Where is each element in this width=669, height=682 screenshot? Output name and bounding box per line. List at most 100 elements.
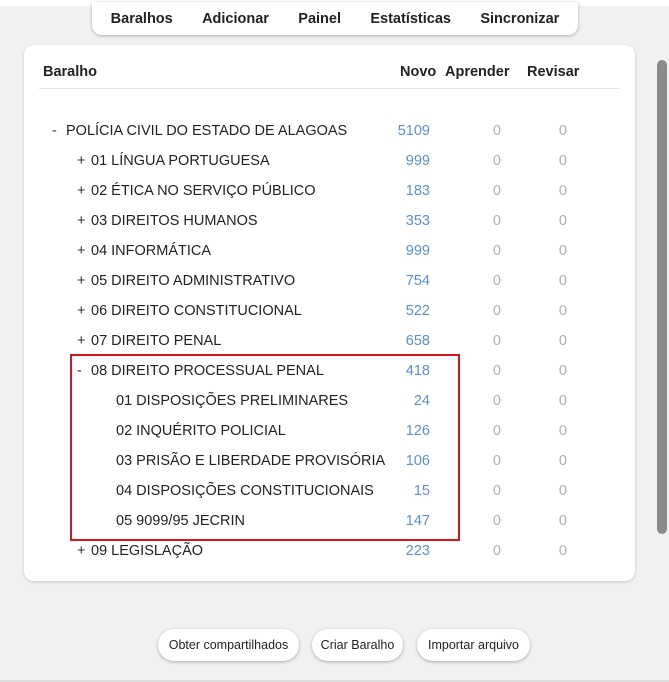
expand-toggle[interactable]: +: [77, 333, 89, 349]
deck-row[interactable]: +09 LEGISLAÇÃO 223 0 0: [0, 536, 669, 566]
new-count: 658: [405, 333, 430, 349]
deck-row[interactable]: -08 DIREITO PROCESSUAL PENAL 418 0 0: [0, 356, 669, 386]
review-count: 0: [558, 213, 567, 229]
deck-row[interactable]: 03 PRISÃO E LIBERDADE PROVISÓRIA 106 0 0: [0, 446, 669, 476]
deck-row[interactable]: 02 INQUÉRITO POLICIAL 126 0 0: [0, 416, 669, 446]
toolbar-add[interactable]: Adicionar: [202, 10, 269, 27]
scrollbar-thumb[interactable]: [657, 60, 667, 534]
deck-row[interactable]: +01 LÍNGUA PORTUGUESA 999 0 0: [0, 146, 669, 176]
deck-row[interactable]: +02 ÉTICA NO SERVIÇO PÚBLICO 183 0 0: [0, 176, 669, 206]
learn-count: 0: [492, 213, 501, 229]
new-count: 15: [413, 483, 430, 499]
new-count: 106: [405, 453, 430, 469]
learn-count: 0: [492, 123, 501, 139]
new-count: 183: [405, 183, 430, 199]
create-deck-button[interactable]: Criar Baralho: [312, 629, 403, 661]
review-count: 0: [558, 183, 567, 199]
new-count: 754: [405, 273, 430, 289]
deck-name[interactable]: 02 ÉTICA NO SERVIÇO PÚBLICO: [91, 183, 316, 199]
deck-name[interactable]: 06 DIREITO CONSTITUCIONAL: [91, 303, 302, 319]
new-count: 999: [405, 243, 430, 259]
learn-count: 0: [492, 393, 501, 409]
toolbar-sync[interactable]: Sincronizar: [480, 10, 559, 27]
toolbar-decks[interactable]: Baralhos: [111, 10, 173, 27]
review-count: 0: [558, 423, 567, 439]
deck-name[interactable]: 04 DISPOSIÇÕES CONSTITUCIONAIS: [116, 483, 374, 499]
deck-name[interactable]: 01 LÍNGUA PORTUGUESA: [91, 153, 270, 169]
header-learn: Aprender: [445, 64, 510, 80]
header-new: Novo: [400, 64, 437, 80]
review-count: 0: [558, 303, 567, 319]
new-count: 24: [413, 393, 430, 409]
learn-count: 0: [492, 153, 501, 169]
review-count: 0: [558, 123, 567, 139]
review-count: 0: [558, 393, 567, 409]
deck-name[interactable]: 05 9099/95 JECRIN: [116, 513, 245, 529]
review-count: 0: [558, 243, 567, 259]
learn-count: 0: [492, 333, 501, 349]
learn-count: 0: [492, 513, 501, 529]
deck-name[interactable]: 08 DIREITO PROCESSUAL PENAL: [91, 363, 324, 379]
deck-name[interactable]: POLÍCIA CIVIL DO ESTADO DE ALAGOAS: [66, 123, 347, 139]
collapse-toggle[interactable]: -: [52, 123, 64, 139]
deck-name[interactable]: 03 PRISÃO E LIBERDADE PROVISÓRIA: [116, 453, 385, 469]
learn-count: 0: [492, 243, 501, 259]
review-count: 0: [558, 513, 567, 529]
deck-name[interactable]: 09 LEGISLAÇÃO: [91, 543, 203, 559]
header-deck: Baralho: [43, 64, 97, 80]
expand-toggle[interactable]: +: [77, 183, 89, 199]
new-count: 126: [405, 423, 430, 439]
deck-name[interactable]: 04 INFORMÁTICA: [91, 243, 211, 259]
deck-row[interactable]: 01 DISPOSIÇÕES PRELIMINARES 24 0 0: [0, 386, 669, 416]
deck-row[interactable]: 05 9099/95 JECRIN 147 0 0: [0, 506, 669, 536]
main-toolbar: Baralhos Adicionar Painel Estatísticas S…: [92, 2, 578, 35]
get-shared-button[interactable]: Obter compartilhados: [158, 629, 299, 661]
expand-toggle[interactable]: +: [77, 303, 89, 319]
expand-toggle[interactable]: +: [77, 243, 89, 259]
deck-name[interactable]: 07 DIREITO PENAL: [91, 333, 221, 349]
learn-count: 0: [492, 543, 501, 559]
new-count: 353: [405, 213, 430, 229]
deck-row[interactable]: +07 DIREITO PENAL 658 0 0: [0, 326, 669, 356]
deck-row[interactable]: +05 DIREITO ADMINISTRATIVO 754 0 0: [0, 266, 669, 296]
review-count: 0: [558, 273, 567, 289]
deck-row[interactable]: +03 DIREITOS HUMANOS 353 0 0: [0, 206, 669, 236]
new-count: 5109: [397, 123, 430, 139]
deck-name[interactable]: 05 DIREITO ADMINISTRATIVO: [91, 273, 295, 289]
review-count: 0: [558, 153, 567, 169]
deck-row[interactable]: - POLÍCIA CIVIL DO ESTADO DE ALAGOAS 5109 0…: [0, 116, 669, 146]
learn-count: 0: [492, 483, 501, 499]
review-count: 0: [558, 333, 567, 349]
deck-name[interactable]: 01 DISPOSIÇÕES PRELIMINARES: [116, 393, 348, 409]
header-review: Revisar: [527, 64, 580, 80]
toolbar-stats[interactable]: Estatísticas: [370, 10, 451, 27]
header-divider: [39, 88, 619, 89]
deck-row[interactable]: +06 DIREITO CONSTITUCIONAL 522 0 0: [0, 296, 669, 326]
review-count: 0: [558, 543, 567, 559]
expand-toggle[interactable]: +: [77, 273, 89, 289]
deck-name[interactable]: 03 DIREITOS HUMANOS: [91, 213, 258, 229]
new-count: 147: [405, 513, 430, 529]
new-count: 522: [405, 303, 430, 319]
review-count: 0: [558, 363, 567, 379]
review-count: 0: [558, 453, 567, 469]
deck-name[interactable]: 02 INQUÉRITO POLICIAL: [116, 423, 286, 439]
collapse-toggle[interactable]: -: [77, 363, 89, 379]
new-count: 223: [405, 543, 430, 559]
expand-toggle[interactable]: +: [77, 153, 89, 169]
import-file-button[interactable]: Importar arquivo: [417, 629, 530, 661]
deck-row[interactable]: 04 DISPOSIÇÕES CONSTITUCIONAIS 15 0 0: [0, 476, 669, 506]
expand-toggle[interactable]: +: [77, 543, 89, 559]
toolbar-browse[interactable]: Painel: [298, 10, 341, 27]
review-count: 0: [558, 483, 567, 499]
learn-count: 0: [492, 303, 501, 319]
new-count: 418: [405, 363, 430, 379]
learn-count: 0: [492, 423, 501, 439]
learn-count: 0: [492, 363, 501, 379]
deck-row[interactable]: +04 INFORMÁTICA 999 0 0: [0, 236, 669, 266]
expand-toggle[interactable]: +: [77, 213, 89, 229]
learn-count: 0: [492, 183, 501, 199]
learn-count: 0: [492, 453, 501, 469]
learn-count: 0: [492, 273, 501, 289]
new-count: 999: [405, 153, 430, 169]
